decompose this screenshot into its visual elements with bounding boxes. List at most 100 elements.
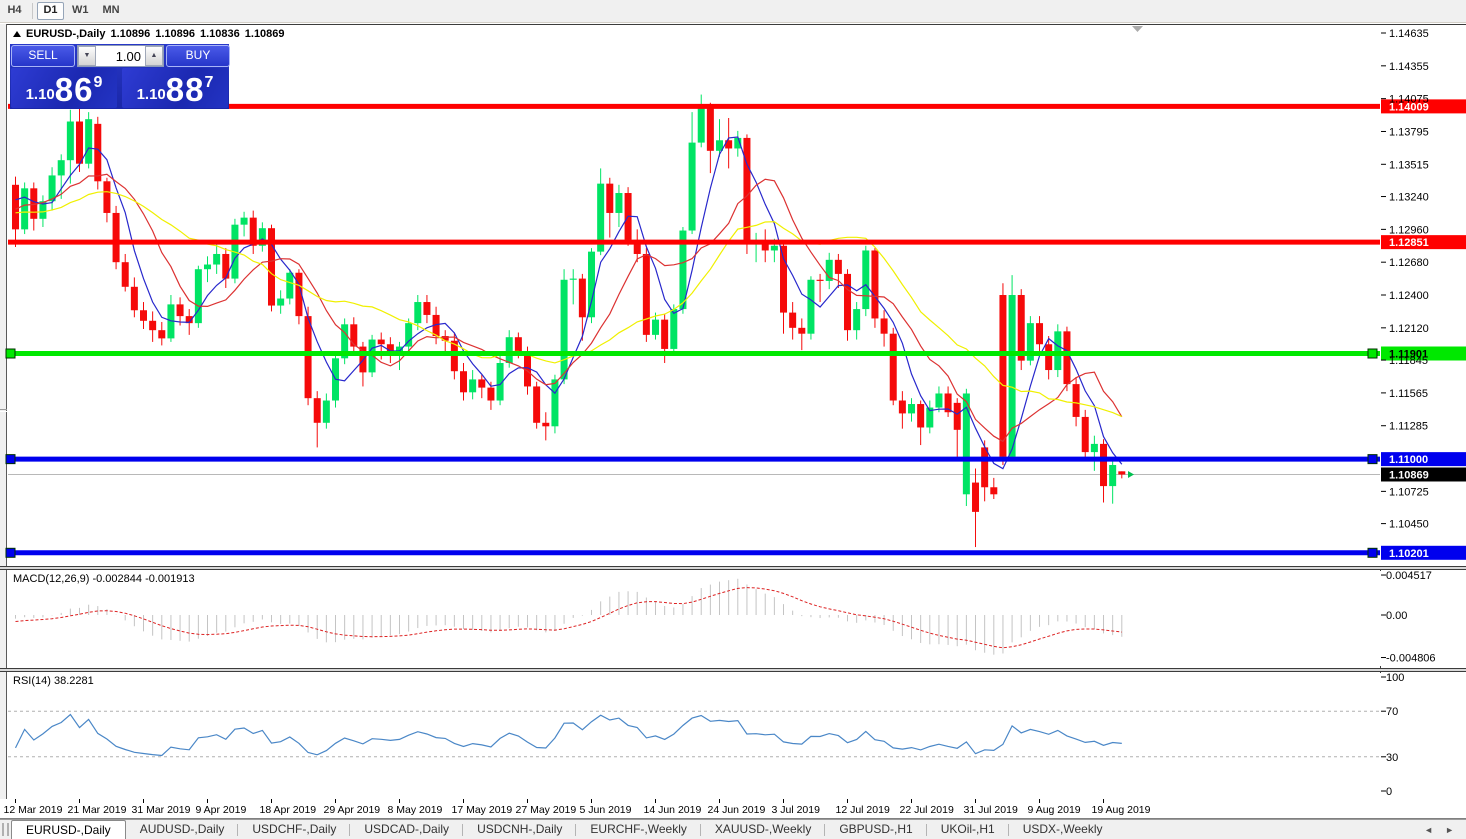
candle-body	[551, 379, 559, 427]
one-click-trade-panel: SELL ▼ ▲ BUY 1.10 86 9 1.10 88 7	[10, 44, 230, 109]
candle-body	[588, 251, 596, 318]
candle-body	[1090, 443, 1098, 453]
date-tick-label: 24 Jun 2019	[708, 804, 766, 816]
date-tick-label: 8 May 2019	[388, 804, 443, 816]
rsi-scale-label: 100	[1386, 672, 1404, 684]
candle-body	[542, 422, 550, 427]
sell-button[interactable]: SELL	[11, 45, 75, 67]
date-tick-label: 22 Jul 2019	[900, 804, 954, 816]
candle-body	[149, 320, 157, 331]
date-tick-label: 27 May 2019	[516, 804, 577, 816]
chart-title: EURUSD-,Daily 1.10896 1.10896 1.10836 1.…	[13, 28, 285, 40]
candle-body	[688, 142, 696, 231]
price-level-badge-label: 1.12851	[1389, 237, 1429, 249]
candle-body	[505, 337, 513, 364]
buy-price-prefix: 1.10	[136, 86, 166, 103]
price-tick-label: 1.14075	[1389, 94, 1429, 106]
candle-body	[103, 181, 111, 213]
chart-tabs: EURUSD-,Daily AUDUSD-,Daily USDCHF-,Daily U…	[11, 820, 1117, 839]
level-line-handle[interactable]	[1367, 454, 1378, 465]
chart-tab-xauusd-weekly[interactable]: XAUUSD-,Weekly	[701, 820, 826, 839]
price-tick-label: 1.10450	[1389, 519, 1429, 531]
price-tick-label: 1.12960	[1389, 224, 1429, 236]
candle-body	[844, 273, 852, 331]
price-tick-label: 1.13795	[1389, 126, 1429, 138]
candle-body	[642, 253, 650, 335]
candle-body	[816, 279, 824, 281]
chart-tab-audusd-daily[interactable]: AUDUSD-,Daily	[126, 820, 239, 839]
macd-scale-label: 0.00	[1386, 610, 1407, 622]
candle-body	[140, 310, 148, 321]
candle-body	[1017, 295, 1025, 361]
candle-body	[807, 279, 815, 334]
level-line-handle[interactable]	[5, 348, 16, 359]
candle-body	[917, 404, 925, 428]
tab-scroll-left-icon[interactable]: ◄	[1424, 825, 1433, 835]
date-tick-label: 29 Apr 2019	[324, 804, 381, 816]
date-tick-label: 31 Jul 2019	[964, 804, 1018, 816]
candle-body	[569, 278, 577, 280]
chart-tab-usdchf-daily[interactable]: USDCHF-,Daily	[238, 820, 351, 839]
candle-body	[560, 279, 568, 380]
level-line-handle[interactable]	[5, 454, 16, 465]
macd-pane-bg[interactable]	[8, 571, 1466, 666]
date-tick-label: 12 Jul 2019	[836, 804, 890, 816]
collapse-panel-icon[interactable]	[13, 31, 21, 37]
candle-body	[706, 107, 714, 151]
volume-input[interactable]	[96, 46, 145, 66]
price-tick-label: 1.13240	[1389, 192, 1429, 204]
tab-bar-grip[interactable]	[2, 823, 9, 836]
candle-body	[999, 295, 1007, 457]
candle-body	[204, 264, 212, 270]
level-line-handle[interactable]	[1367, 348, 1378, 359]
rsi-scale-label: 30	[1386, 752, 1398, 764]
current-price-badge-label: 1.10869	[1389, 469, 1429, 481]
rsi-pane-bg[interactable]	[8, 673, 1466, 799]
candle-body	[889, 333, 897, 401]
rsi-indicator-label: RSI(14) 38.2281	[13, 675, 94, 687]
buy-price-pip: 7	[204, 74, 214, 91]
sell-price-display[interactable]: 1.10 86 9	[11, 68, 117, 108]
candle-body	[935, 393, 943, 408]
chart-tab-usdcad-daily[interactable]: USDCAD-,Daily	[350, 820, 463, 839]
macd-indicator-label: MACD(12,26,9) -0.002844 -0.001913	[13, 573, 195, 585]
candle-body	[514, 337, 522, 352]
rsi-scale-label: 0	[1386, 786, 1392, 798]
candle-body	[304, 316, 312, 399]
ohlc-close: 1.10869	[244, 28, 285, 40]
candle-body	[880, 318, 888, 334]
candle-body	[1100, 443, 1108, 487]
ohlc-high: 1.10896	[155, 28, 195, 40]
candle-body	[834, 259, 842, 274]
volume-decrease-icon[interactable]: ▼	[78, 46, 96, 66]
candle-body	[862, 250, 870, 310]
chart-tab-usdcnh-daily[interactable]: USDCNH-,Daily	[463, 820, 577, 839]
candle-body	[85, 119, 93, 164]
candle-body	[313, 398, 321, 423]
candle-body	[670, 309, 678, 349]
chart-tab-eurusd-daily[interactable]: EURUSD-,Daily	[11, 820, 126, 839]
candle-body	[12, 184, 19, 230]
chart-tab-usdx-weekly[interactable]: USDX-,Weekly	[1009, 820, 1117, 839]
date-tick-label: 31 Mar 2019	[132, 804, 191, 816]
chart-tab-eurchf-weekly[interactable]: EURCHF-,Weekly	[576, 820, 702, 839]
candle-body	[898, 400, 906, 414]
tab-scroll-right-icon[interactable]: ►	[1445, 825, 1454, 835]
buy-price-display[interactable]: 1.10 88 7	[122, 68, 228, 108]
candle-body	[286, 272, 294, 299]
buy-button[interactable]: BUY	[166, 45, 230, 67]
candle-body	[21, 188, 29, 230]
candle-body	[1109, 464, 1117, 487]
sell-price-big: 86	[54, 71, 94, 108]
chart-tab-bar: EURUSD-,Daily AUDUSD-,Daily USDCHF-,Daily U…	[0, 819, 1466, 839]
level-line-handle[interactable]	[1367, 547, 1378, 558]
candle-body	[423, 302, 431, 315]
price-tick-label: 1.10725	[1389, 486, 1429, 498]
chart-tab-gbpusd-h1[interactable]: GBPUSD-,H1	[825, 820, 928, 839]
chart-canvas[interactable]: 1.140091.128511.119011.110001.102011.108…	[0, 0, 1466, 839]
level-line-handle[interactable]	[5, 547, 16, 558]
price-tick-label: 1.12680	[1389, 257, 1429, 269]
volume-increase-icon[interactable]: ▲	[145, 46, 163, 66]
chart-tab-ukoil-h1[interactable]: UKOil-,H1	[927, 820, 1009, 839]
candle-body	[194, 269, 202, 324]
